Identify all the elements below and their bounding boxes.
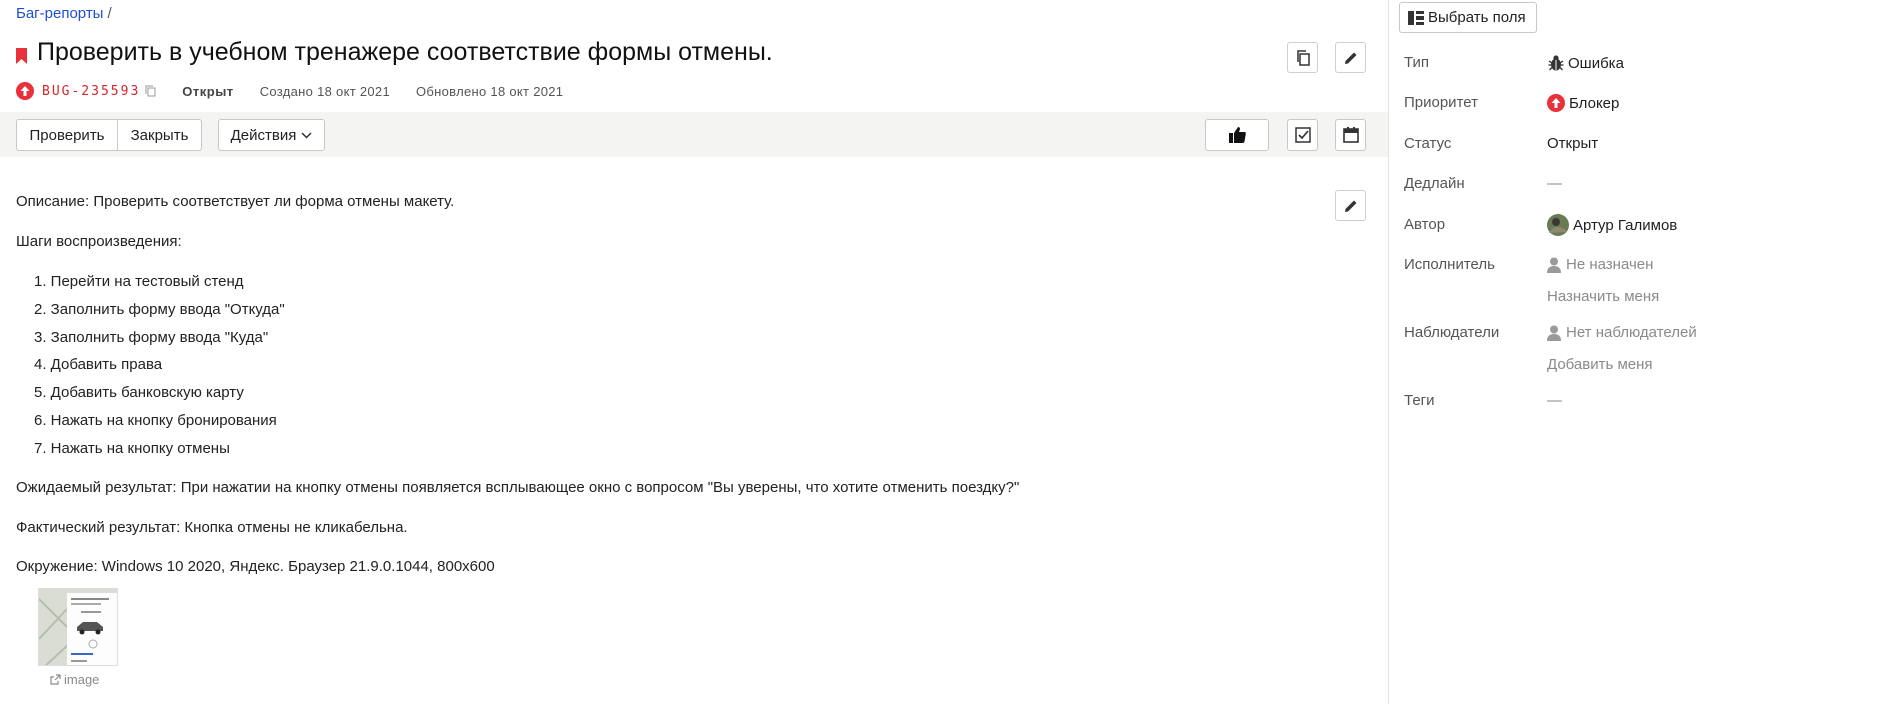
created-date: Создано 18 окт 2021 [259, 83, 390, 99]
bookmark-icon[interactable] [16, 47, 27, 64]
chevron-down-icon [301, 131, 312, 139]
deadline-value[interactable]: — [1547, 175, 1562, 192]
bug-icon [1548, 55, 1564, 71]
attachment-preview-image [39, 589, 117, 665]
close-button[interactable]: Закрыть [117, 119, 202, 151]
calendar-icon [1342, 127, 1359, 143]
add-me-link[interactable]: Добавить меня [1547, 356, 1653, 373]
watchers-value-text: Нет наблюдателей [1566, 324, 1697, 341]
status-badge: Открыт [182, 83, 234, 99]
assignee-label: Исполнитель [1404, 256, 1495, 273]
type-label: Тип [1404, 54, 1430, 71]
edit-title-button[interactable] [1335, 42, 1366, 73]
actual-result: Фактический результат: Кнопка отмены не … [16, 519, 408, 536]
user-icon [1547, 325, 1561, 341]
priority-up-icon [16, 82, 34, 100]
page-title: Проверить в учебном тренажере соответств… [37, 38, 773, 66]
pencil-icon [1344, 200, 1356, 212]
avatar [1547, 214, 1569, 236]
user-icon [1547, 257, 1561, 273]
breadcrumb-link-bug-reports[interactable]: Баг-репорты [16, 5, 103, 22]
calendar-button[interactable] [1335, 119, 1366, 151]
list-item: 1. Перейти на тестовый стенд [34, 273, 244, 290]
list-item: 5. Добавить банковскую карту [34, 384, 244, 401]
status-label: Статус [1404, 135, 1452, 152]
watchers-label: Наблюдатели [1404, 324, 1500, 341]
external-link-icon [50, 674, 61, 685]
copy-key-icon[interactable] [145, 85, 156, 97]
copy-icon [1296, 49, 1310, 66]
select-fields-label: Выбрать поля [1428, 9, 1526, 26]
status-value[interactable]: Открыт [1547, 135, 1598, 152]
list-item: 3. Заполнить форму ввода "Куда" [34, 329, 269, 346]
list-item: 2. Заполнить форму ввода "Откуда" [34, 301, 285, 318]
description-summary: Описание: Проверить соответствует ли фор… [16, 193, 455, 210]
list-item: 7. Нажать на кнопку отмены [34, 440, 230, 457]
title-row: Проверить в учебном тренажере соответств… [16, 38, 773, 67]
attachment-label: image [64, 672, 100, 687]
priority-value-text: Блокер [1569, 94, 1620, 112]
attachment-thumbnail[interactable] [38, 588, 118, 666]
checklist-button[interactable] [1287, 119, 1318, 151]
check-button[interactable]: Проверить [16, 119, 118, 151]
issue-toolbar: Проверить Закрыть Действия [0, 112, 1388, 157]
author-label: Автор [1404, 216, 1446, 233]
type-value-text: Ошибка [1568, 54, 1624, 72]
attachment-link[interactable]: image [50, 672, 99, 687]
copy-link-button[interactable] [1287, 42, 1318, 73]
deadline-label: Дедлайн [1404, 175, 1465, 192]
updated-date: Обновлено 18 окт 2021 [416, 83, 564, 99]
assignee-value-text: Не назначен [1566, 256, 1654, 273]
edit-description-button[interactable] [1335, 190, 1366, 221]
steps-heading: Шаги воспроизведения: [16, 233, 182, 250]
columns-icon [1408, 10, 1424, 25]
priority-up-icon [1547, 94, 1565, 112]
environment: Окружение: Windows 10 2020, Яндекс. Брау… [16, 558, 495, 575]
priority-value[interactable]: Блокер [1547, 94, 1619, 112]
assignee-value[interactable]: Не назначен [1547, 256, 1653, 273]
issue-main: Баг-репорты / Проверить в учебном тренаже… [0, 0, 1388, 704]
issue-key[interactable]: BUG-235593 [42, 84, 140, 99]
author-name: Артур Галимов [1573, 216, 1678, 234]
thumbs-up-icon [1228, 127, 1246, 143]
checklist-icon [1294, 127, 1311, 143]
issue-meta: BUG-235593 Открыт Создано 18 окт 2021 Об… [16, 82, 563, 100]
priority-label: Приоритет [1404, 94, 1478, 111]
list-item: 4. Добавить права [34, 356, 163, 373]
list-item: 6. Нажать на кнопку бронирования [34, 412, 277, 429]
watchers-value[interactable]: Нет наблюдателей [1547, 324, 1697, 341]
type-value[interactable]: Ошибка [1547, 54, 1624, 72]
breadcrumb: Баг-репорты / [16, 5, 112, 22]
like-button[interactable] [1205, 119, 1269, 151]
tags-value[interactable]: — [1547, 392, 1562, 409]
tags-label: Теги [1404, 392, 1435, 409]
author-value[interactable]: Артур Галимов [1547, 214, 1677, 236]
actions-label: Действия [230, 126, 297, 144]
issue-sidebar: Выбрать поля Тип Ошибка Приоритет Блокер… [1388, 0, 1879, 704]
actions-dropdown[interactable]: Действия [218, 119, 325, 151]
assign-me-link[interactable]: Назначить меня [1547, 288, 1659, 305]
select-fields-button[interactable]: Выбрать поля [1399, 2, 1537, 33]
breadcrumb-separator: / [107, 5, 112, 22]
pencil-icon [1344, 52, 1356, 64]
expected-result: Ожидаемый результат: При нажатии на кноп… [16, 479, 1020, 496]
